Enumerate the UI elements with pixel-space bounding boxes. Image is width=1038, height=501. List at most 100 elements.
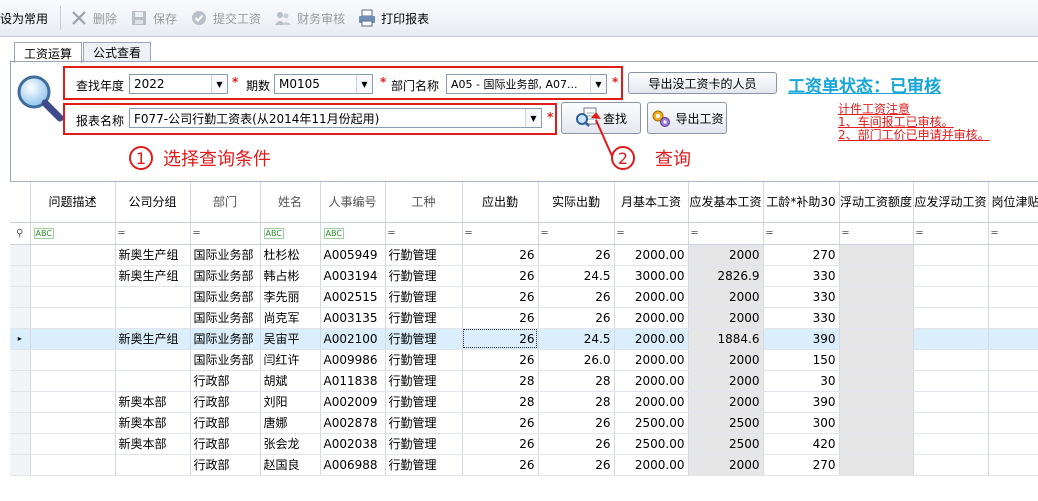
grid-cell[interactable]: 28 bbox=[538, 370, 615, 392]
row-indicator[interactable] bbox=[10, 265, 31, 287]
grid-cell[interactable]: 26 bbox=[462, 244, 539, 266]
grid-cell[interactable] bbox=[839, 244, 914, 266]
grid-cell[interactable]: 26.0 bbox=[538, 349, 615, 371]
grid-cell[interactable]: 26 bbox=[538, 307, 615, 329]
grid-cell[interactable] bbox=[839, 307, 914, 329]
tab-salary-calc[interactable]: 工资运算 bbox=[14, 42, 83, 63]
filter-cell[interactable]: ═ bbox=[190, 222, 261, 245]
print-report-button[interactable]: 打印报表 bbox=[353, 3, 435, 33]
filter-cell[interactable]: ═ bbox=[462, 222, 539, 245]
table-row[interactable]: 国际业务部 李先丽 A002515 行勤管理 26 26 2000.00 2000 330 bbox=[10, 286, 1038, 308]
filter-cell[interactable]: ═ bbox=[913, 222, 989, 245]
grid-cell[interactable]: 行勤管理 bbox=[385, 370, 463, 392]
column-header[interactable]: 公司分组 bbox=[115, 182, 191, 223]
grid-cell[interactable]: 行勤管理 bbox=[385, 391, 463, 413]
grid-cell[interactable] bbox=[115, 370, 191, 392]
grid-cell[interactable]: 2000.00 bbox=[614, 349, 689, 371]
filter-cell[interactable]: ═ bbox=[763, 222, 840, 245]
finance-audit-button[interactable]: 财务审核 bbox=[269, 3, 351, 33]
grid-cell[interactable] bbox=[30, 265, 116, 287]
grid-cell[interactable]: 26 bbox=[538, 454, 615, 476]
grid-cell[interactable]: 28 bbox=[462, 391, 539, 413]
grid-cell[interactable]: A002878 bbox=[320, 412, 386, 434]
grid-cell[interactable] bbox=[30, 391, 116, 413]
grid-cell[interactable]: A002009 bbox=[320, 391, 386, 413]
grid-cell[interactable] bbox=[30, 349, 116, 371]
grid-cell[interactable] bbox=[988, 265, 1038, 287]
row-indicator[interactable] bbox=[10, 244, 31, 266]
grid-cell[interactable]: 26 bbox=[462, 349, 539, 371]
grid-cell[interactable] bbox=[839, 454, 914, 476]
grid-cell[interactable]: 吴宙平 bbox=[260, 328, 321, 350]
grid-cell[interactable]: 新奥生产组 bbox=[115, 244, 191, 266]
grid-cell[interactable] bbox=[988, 454, 1038, 476]
grid-cell[interactable] bbox=[30, 412, 116, 434]
grid-cell[interactable]: 150 bbox=[763, 349, 840, 371]
grid-cell[interactable]: 唐娜 bbox=[260, 412, 321, 434]
grid-cell[interactable]: A002515 bbox=[320, 286, 386, 308]
export-salary-button[interactable]: 导出工资 bbox=[647, 102, 727, 134]
column-header[interactable]: 问题描述 bbox=[30, 182, 116, 223]
grid-cell[interactable]: 韩占彬 bbox=[260, 265, 321, 287]
grid-cell[interactable]: 2500 bbox=[688, 412, 764, 434]
chevron-down-icon[interactable]: ▼ bbox=[590, 75, 606, 93]
grid-cell[interactable]: A002100 bbox=[320, 328, 386, 350]
grid-cell[interactable]: 2000 bbox=[688, 286, 764, 308]
grid-cell[interactable]: 行政部 bbox=[190, 454, 261, 476]
delete-button[interactable]: 删除 bbox=[65, 3, 123, 33]
grid-cell[interactable]: 26 bbox=[462, 265, 539, 287]
column-header[interactable]: 应发基本工资 bbox=[688, 182, 764, 223]
row-indicator[interactable] bbox=[10, 307, 31, 329]
chevron-down-icon[interactable]: ▼ bbox=[525, 109, 541, 127]
grid-cell[interactable] bbox=[30, 370, 116, 392]
report-select[interactable]: F077-公司行勤工资表(从2014年11月份起用) ▼ bbox=[129, 108, 542, 128]
grid-cell[interactable] bbox=[839, 349, 914, 371]
column-header[interactable]: 应出勤 bbox=[462, 182, 539, 223]
grid-cell[interactable]: 26 bbox=[462, 412, 539, 434]
submit-salary-button[interactable]: 提交工资 bbox=[185, 3, 267, 33]
grid-cell[interactable]: 2000.00 bbox=[614, 286, 689, 308]
grid-cell[interactable]: 闫红许 bbox=[260, 349, 321, 371]
grid-cell[interactable] bbox=[839, 370, 914, 392]
grid-cell[interactable]: 24.5 bbox=[538, 265, 615, 287]
grid-cell[interactable]: 2000.00 bbox=[614, 328, 689, 350]
grid-cell[interactable]: 行勤管理 bbox=[385, 454, 463, 476]
column-header[interactable]: 月基本工资 bbox=[614, 182, 689, 223]
grid-cell[interactable]: 1884.6 bbox=[688, 328, 764, 350]
grid-cell[interactable] bbox=[913, 433, 989, 455]
grid-cell[interactable] bbox=[30, 328, 116, 350]
grid-cell[interactable]: A005949 bbox=[320, 244, 386, 266]
grid-cell[interactable] bbox=[913, 244, 989, 266]
table-row[interactable]: 新奥本部 行政部 张会龙 A002038 行勤管理 26 26 2500.00 2500 420 bbox=[10, 433, 1038, 455]
grid-cell[interactable]: 26 bbox=[538, 244, 615, 266]
filter-cell[interactable]: ═ bbox=[688, 222, 764, 245]
grid-cell[interactable]: 行政部 bbox=[190, 391, 261, 413]
grid-cell[interactable]: 国际业务部 bbox=[190, 244, 261, 266]
filter-cell[interactable]: ═ bbox=[988, 222, 1038, 245]
grid-cell[interactable]: 26 bbox=[538, 286, 615, 308]
grid-cell[interactable]: 新奥本部 bbox=[115, 391, 191, 413]
row-indicator[interactable] bbox=[10, 454, 31, 476]
grid-cell[interactable]: 2000 bbox=[688, 307, 764, 329]
grid-cell[interactable]: 2000 bbox=[688, 349, 764, 371]
grid-cell[interactable]: 26 bbox=[538, 412, 615, 434]
period-select[interactable]: M0105 ▼ bbox=[274, 74, 373, 94]
grid-cell[interactable] bbox=[988, 307, 1038, 329]
grid-cell[interactable]: 行政部 bbox=[190, 433, 261, 455]
grid-cell[interactable]: 26 bbox=[462, 307, 539, 329]
grid-cell[interactable] bbox=[988, 349, 1038, 371]
grid-cell[interactable]: 330 bbox=[763, 286, 840, 308]
filter-cell[interactable]: ═ bbox=[614, 222, 689, 245]
grid-cell[interactable] bbox=[839, 412, 914, 434]
grid-cell[interactable]: 2000 bbox=[688, 244, 764, 266]
grid-cell[interactable]: 新奥本部 bbox=[115, 433, 191, 455]
grid-cell[interactable]: 国际业务部 bbox=[190, 265, 261, 287]
grid-cell[interactable]: 28 bbox=[538, 391, 615, 413]
row-indicator[interactable] bbox=[10, 433, 31, 455]
column-header[interactable]: 姓名 bbox=[260, 182, 321, 223]
grid-cell[interactable]: 2000 bbox=[688, 370, 764, 392]
grid-cell[interactable]: 行勤管理 bbox=[385, 349, 463, 371]
table-row[interactable]: 国际业务部 尚克军 A003135 行勤管理 26 26 2000.00 2000 330 bbox=[10, 307, 1038, 329]
grid-cell[interactable]: 国际业务部 bbox=[190, 349, 261, 371]
grid-cell[interactable]: 杜杉松 bbox=[260, 244, 321, 266]
